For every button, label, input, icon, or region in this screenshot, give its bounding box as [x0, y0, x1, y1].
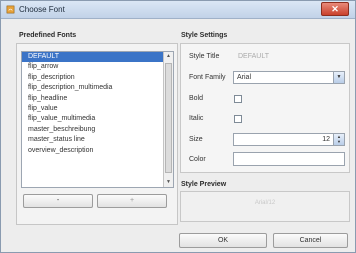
font-family-select[interactable]: Arial ▼ [233, 71, 345, 84]
style-title-value: DEFAULT [238, 53, 269, 60]
font-list-item[interactable]: flip_value [22, 104, 173, 114]
style-title-label: Style Title [189, 53, 220, 60]
font-list-item[interactable]: flip_description [22, 73, 173, 83]
cancel-button[interactable]: Cancel [273, 233, 348, 248]
italic-label: Italic [189, 115, 204, 122]
font-list-item[interactable]: flip_headline [22, 94, 173, 104]
plus-icon: + [129, 197, 135, 204]
ok-label: OK [217, 237, 229, 244]
color-field[interactable] [233, 152, 345, 166]
predefined-fonts-label: Predefined Fonts [19, 32, 77, 39]
add-font-button[interactable]: + [97, 194, 167, 208]
italic-checkbox[interactable] [234, 115, 242, 123]
style-preview-text: Arial/12 [254, 200, 276, 206]
color-label: Color [189, 156, 206, 163]
font-family-value: Arial [237, 74, 252, 81]
size-label: Size [189, 136, 203, 143]
chevron-down-icon[interactable]: ▼ [333, 72, 344, 83]
title-bar[interactable]: Choose Font ✕ [1, 1, 355, 19]
close-button[interactable]: ✕ [321, 2, 349, 16]
ok-button[interactable]: OK [179, 233, 267, 248]
spinner-arrows-icon[interactable]: ▲ ▼ [333, 134, 344, 145]
font-list-item[interactable]: flip_arrow [22, 62, 173, 72]
minus-icon: - [56, 197, 60, 204]
font-list-item[interactable]: flip_value_multimedia [22, 114, 173, 124]
scroll-up-icon[interactable]: ▲ [164, 52, 173, 61]
font-list-items: DEFAULT flip_arrow flip_description flip_de… [22, 52, 173, 156]
window-title: Choose Font [19, 5, 65, 14]
font-family-label: Font Family [189, 74, 226, 81]
font-list-item[interactable]: flip_description_multimedia [22, 83, 173, 93]
scroll-thumb[interactable] [165, 63, 172, 173]
font-list-item[interactable]: overview_description [22, 146, 173, 156]
size-value: 12 [322, 136, 330, 143]
bold-checkbox[interactable] [234, 95, 242, 103]
style-settings-label: Style Settings [181, 32, 228, 39]
close-icon: ✕ [331, 4, 339, 14]
remove-font-button[interactable]: - [23, 194, 93, 208]
choose-font-dialog: Choose Font ✕ Predefined Fonts DEFAULT fl… [0, 0, 356, 253]
bold-label: Bold [189, 95, 204, 102]
size-spinner[interactable]: 12 ▲ ▼ [233, 133, 345, 146]
predefined-fonts-list[interactable]: DEFAULT flip_arrow flip_description flip_de… [21, 51, 174, 188]
style-preview-label: Style Preview [181, 181, 227, 188]
list-scrollbar[interactable]: ▲ ▼ [163, 52, 173, 187]
cancel-label: Cancel [299, 237, 322, 244]
font-list-item[interactable]: master_status line [22, 135, 173, 145]
style-preview-panel: Arial/12 [180, 191, 350, 222]
font-list-item[interactable]: master_beschreibung [22, 125, 173, 135]
font-list-item[interactable]: DEFAULT [22, 52, 173, 63]
scroll-down-icon[interactable]: ▼ [164, 178, 173, 187]
java-app-icon [6, 5, 15, 14]
